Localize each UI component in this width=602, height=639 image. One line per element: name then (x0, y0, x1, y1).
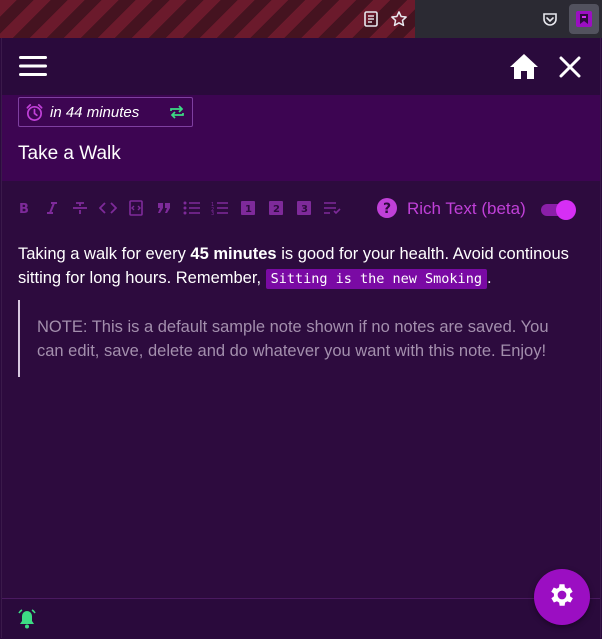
extension-icon[interactable] (569, 4, 599, 34)
ordered-list-icon[interactable]: 123 (210, 198, 230, 218)
inline-code: Sitting is the new Smoking (265, 269, 487, 289)
code-icon[interactable] (98, 198, 118, 218)
popup-header (2, 38, 600, 95)
bookmark-star-icon[interactable] (389, 9, 409, 29)
bell-ringing-icon[interactable] (16, 608, 38, 630)
svg-text:3: 3 (301, 204, 308, 215)
note-body-text: Taking a walk for every (18, 245, 191, 263)
rich-text-label: Rich Text (beta) (407, 199, 526, 218)
bullet-list-icon[interactable] (182, 198, 202, 218)
notes-popup: in 44 minutes Take a Walk B 123 1 2 3 ? … (1, 38, 601, 638)
browser-tab-strip (0, 0, 415, 38)
note-body-bold: 45 minutes (190, 245, 277, 263)
svg-text:B: B (19, 202, 29, 215)
note-body[interactable]: Taking a walk for every 45 minutes is go… (18, 242, 588, 291)
svg-text:1: 1 (245, 204, 252, 215)
svg-text:2: 2 (273, 204, 280, 215)
pocket-icon[interactable] (540, 9, 560, 29)
code-block-icon[interactable] (126, 198, 146, 218)
heading-1-icon[interactable]: 1 (238, 198, 258, 218)
reminder-text: in 44 minutes (50, 104, 140, 121)
svg-text:?: ? (383, 201, 391, 217)
gear-icon (547, 580, 577, 615)
browser-toolbar (0, 0, 602, 38)
reminder-chip[interactable]: in 44 minutes (18, 97, 193, 127)
rich-text-toolbar: B 123 1 2 3 ? Rich Text (beta) (2, 190, 600, 226)
home-icon[interactable] (508, 51, 540, 81)
help-icon[interactable]: ? (376, 197, 398, 219)
rich-text-toggle[interactable] (538, 199, 578, 221)
blockquote: NOTE: This is a default sample note show… (18, 300, 578, 377)
heading-2-icon[interactable]: 2 (266, 198, 286, 218)
toggle-knob (556, 200, 576, 220)
reader-view-icon[interactable] (361, 9, 381, 29)
close-icon[interactable] (556, 53, 584, 81)
blockquote-icon[interactable] (154, 198, 174, 218)
bold-icon[interactable]: B (14, 198, 34, 218)
note-title-area: in 44 minutes Take a Walk (2, 95, 600, 181)
heading-3-icon[interactable]: 3 (294, 198, 314, 218)
hamburger-menu-icon[interactable] (18, 52, 48, 80)
italic-icon[interactable] (42, 198, 62, 218)
settings-button[interactable] (534, 569, 590, 625)
popup-footer (2, 598, 600, 638)
alarm-clock-icon (25, 103, 44, 127)
note-title[interactable]: Take a Walk (18, 143, 121, 165)
repeat-icon[interactable] (168, 103, 186, 126)
svg-text:3: 3 (211, 211, 214, 215)
text-align-icon[interactable] (322, 198, 342, 218)
strikethrough-icon[interactable] (70, 198, 90, 218)
note-body-text-3: . (486, 269, 492, 287)
